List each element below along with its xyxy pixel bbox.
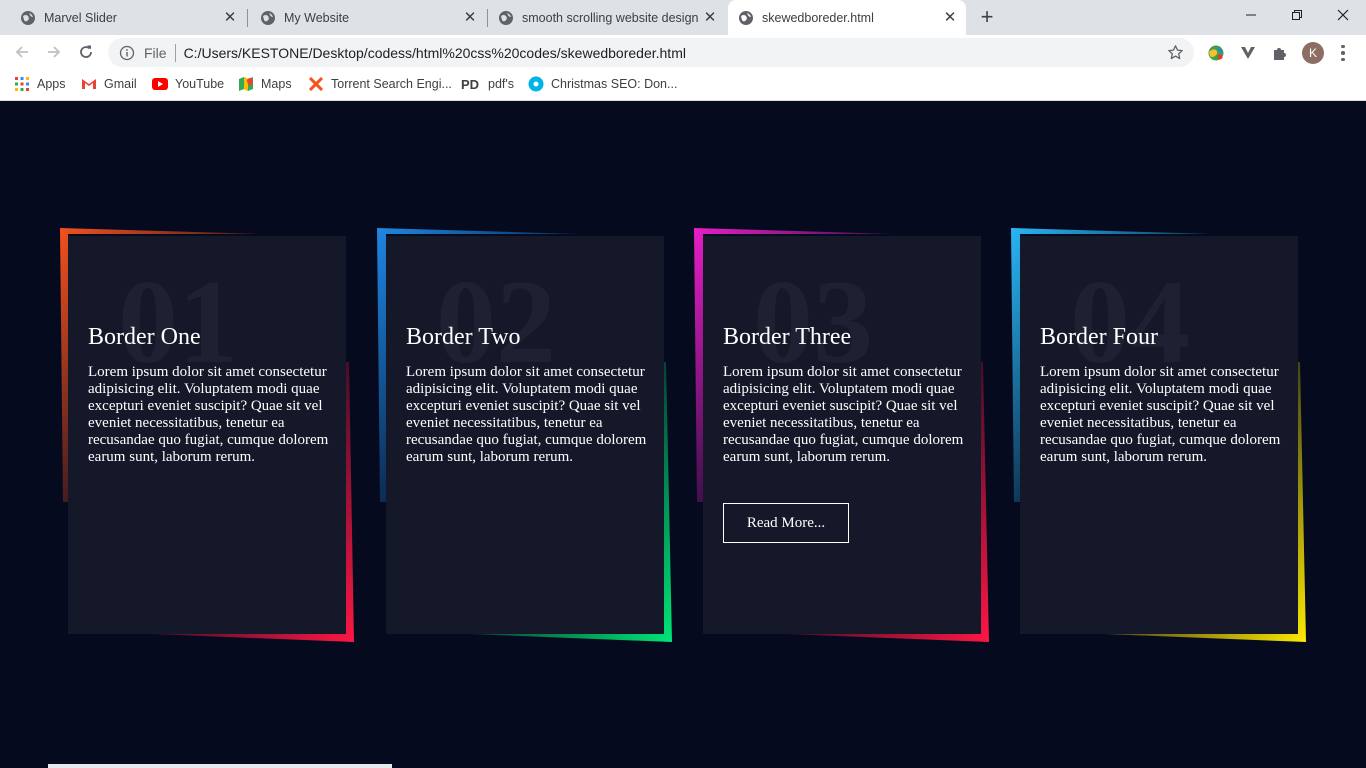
bookmark-label: Torrent Search Engi...: [331, 77, 452, 91]
page-content: 01 Border One Lorem ipsum dolor sit amet…: [0, 102, 1366, 768]
bookmark-label: Gmail: [104, 77, 137, 91]
bookmark-label: Apps: [37, 77, 66, 91]
circle-site-icon: [528, 76, 544, 92]
card-text: Lorem ipsum dolor sit amet consectetur a…: [723, 364, 964, 465]
close-icon[interactable]: ✕: [702, 9, 718, 26]
bookmarks-bar: Apps Gmail YouTube Maps Torrent Search E…: [0, 70, 1366, 101]
card-title: Border One: [88, 324, 201, 350]
bookmark-apps[interactable]: Apps: [14, 70, 66, 98]
card-text: Lorem ipsum dolor sit amet consectetur a…: [88, 364, 329, 465]
tab-title: skewedboreder.html: [762, 10, 874, 25]
bookmark-label: pdf's: [488, 77, 515, 91]
address-bar[interactable]: File C:/Users/KESTONE/Desktop/codess/htm…: [108, 38, 1194, 67]
torrent-icon: [308, 76, 324, 92]
browser-toolbar: File C:/Users/KESTONE/Desktop/codess/htm…: [0, 35, 1366, 70]
minimize-button[interactable]: [1228, 0, 1274, 30]
extension-globe-button[interactable]: [1206, 43, 1226, 63]
colorful-globe-icon: [1208, 45, 1224, 61]
reload-button[interactable]: [74, 40, 98, 64]
apps-grid-icon: [14, 76, 30, 92]
tab-strip: Marvel Slider ✕ My Website ✕ smooth scro…: [0, 0, 1366, 35]
globe-icon: [739, 10, 753, 25]
menu-kebab-icon[interactable]: [1336, 43, 1350, 63]
bookmark-torrent[interactable]: Torrent Search Engi...: [308, 70, 452, 98]
extensions-button[interactable]: [1270, 43, 1290, 63]
card-border-two: 02 Border Two Lorem ipsum dolor sit amet…: [386, 236, 664, 634]
maps-icon: [238, 76, 254, 92]
globe-icon: [499, 10, 513, 25]
bookmark-pdfs[interactable]: PD pdf's: [461, 70, 514, 98]
card-text: Lorem ipsum dolor sit amet consectetur a…: [1040, 364, 1281, 465]
bookmark-label: Christmas SEO: Don...: [551, 77, 678, 91]
forward-button[interactable]: [42, 40, 66, 64]
bookmark-christmas-seo[interactable]: Christmas SEO: Don...: [528, 70, 677, 98]
card-border-three: 03 Border Three Lorem ipsum dolor sit am…: [703, 236, 981, 634]
card-title: Border Two: [406, 324, 521, 350]
read-more-button[interactable]: Read More...: [723, 503, 849, 543]
tab-skewedboreder[interactable]: skewedboreder.html ✕: [728, 0, 966, 35]
restore-icon: [1292, 10, 1302, 20]
close-icon[interactable]: ✕: [942, 9, 958, 26]
profile-avatar[interactable]: K: [1302, 42, 1324, 64]
tab-title: Marvel Slider: [44, 10, 117, 25]
arrow-left-icon: [15, 46, 28, 58]
youtube-icon: [152, 76, 168, 92]
tab-marvel-slider[interactable]: Marvel Slider ✕: [0, 0, 246, 35]
bookmark-maps[interactable]: Maps: [238, 70, 292, 98]
card-text: Lorem ipsum dolor sit amet consectetur a…: [406, 364, 647, 465]
v-shield-icon: [1241, 47, 1255, 59]
url-scheme: File: [144, 44, 167, 61]
info-icon: [119, 45, 135, 60]
extension-v-button[interactable]: [1238, 43, 1258, 63]
bookmark-youtube[interactable]: YouTube: [152, 70, 224, 98]
omnibox-divider: [174, 43, 176, 62]
tab-my-website[interactable]: My Website ✕: [248, 0, 486, 35]
puzzle-icon: [1274, 48, 1286, 60]
svg-text:PD: PD: [461, 77, 479, 91]
card-border-one: 01 Border One Lorem ipsum dolor sit amet…: [68, 236, 346, 634]
reload-icon: [80, 45, 92, 58]
card-title: Border Four: [1040, 324, 1158, 350]
bookmark-gmail[interactable]: Gmail: [81, 70, 137, 98]
restore-button[interactable]: [1274, 0, 1320, 30]
back-button[interactable]: [10, 40, 34, 64]
minimize-icon: [1246, 14, 1256, 16]
arrow-right-icon: [48, 46, 61, 58]
card-title: Border Three: [723, 324, 852, 350]
bookmark-star-icon[interactable]: [1167, 44, 1184, 61]
tab-title: My Website: [284, 10, 350, 25]
bookmark-label: Maps: [261, 77, 292, 91]
close-icon: [1337, 9, 1349, 21]
close-icon[interactable]: ✕: [222, 9, 238, 26]
pdf-icon: PD: [461, 76, 481, 92]
new-tab-button[interactable]: +: [976, 6, 998, 28]
globe-icon: [261, 10, 275, 25]
gmail-icon: [81, 76, 97, 92]
close-window-button[interactable]: [1320, 0, 1366, 30]
card-border-four: 04 Border Four Lorem ipsum dolor sit ame…: [1020, 236, 1298, 634]
horizontal-scrollbar[interactable]: [48, 764, 392, 768]
tab-smooth-scrolling[interactable]: smooth scrolling website design ✕: [488, 0, 726, 35]
globe-icon: [21, 10, 35, 25]
tab-title: smooth scrolling website design: [522, 10, 699, 25]
bookmark-label: YouTube: [175, 77, 225, 91]
close-icon[interactable]: ✕: [462, 9, 478, 26]
url-text[interactable]: C:/Users/KESTONE/Desktop/codess/html%20c…: [184, 45, 686, 61]
